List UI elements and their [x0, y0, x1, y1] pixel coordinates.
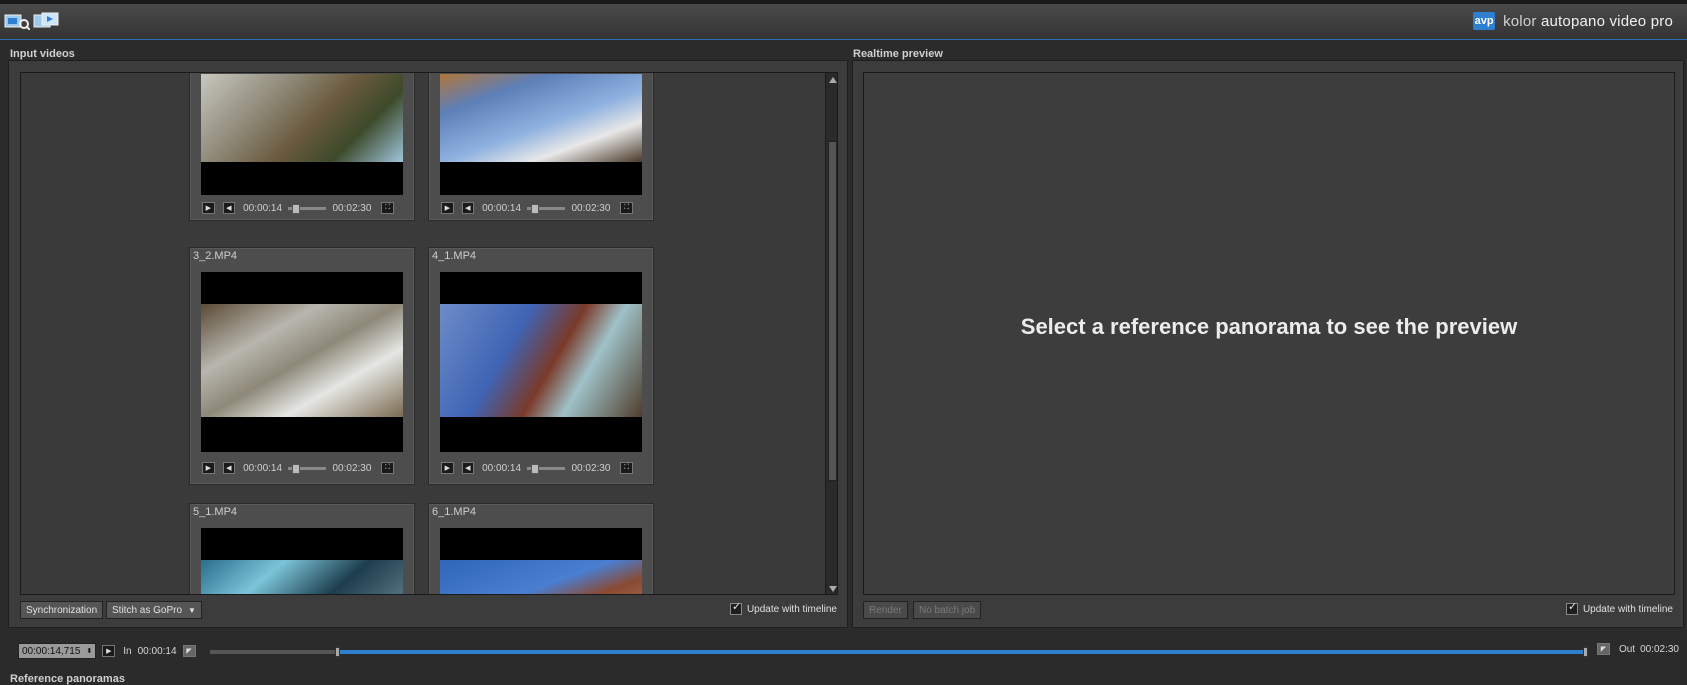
- video-card[interactable]: ▶ ◀ 00:00:14 00:02:30 ⛶: [189, 73, 415, 221]
- video-filename: 5_1.MP4: [193, 506, 238, 518]
- out-time: 00:02:30: [1640, 643, 1679, 655]
- duration: 00:02:30: [571, 202, 611, 214]
- seek-slider[interactable]: [527, 463, 566, 474]
- video-thumbnail: [201, 528, 403, 594]
- play-icon[interactable]: ▶: [202, 462, 215, 474]
- vertical-scrollbar[interactable]: [825, 73, 837, 594]
- input-videos-panel: ▶ ◀ 00:00:14 00:02:30 ⛶ ▶ ◀ 00:00:14 00:…: [8, 60, 848, 628]
- preview-canvas: Select a reference panorama to see the p…: [863, 72, 1675, 595]
- video-card[interactable]: 3_2.MP4 ▶ ◀ 00:00:14 00:02:30 ⛶: [189, 247, 415, 485]
- preview-panel: Select a reference panorama to see the p…: [852, 60, 1684, 628]
- timeline-left-controls: 00:00:14,715 ⬍ ▶ In 00:00:14 ◤: [18, 643, 204, 659]
- video-thumbnail: [440, 74, 642, 195]
- seek-slider[interactable]: [288, 463, 327, 474]
- current-time-field[interactable]: 00:00:14,715 ⬍: [18, 643, 97, 659]
- top-toolbar: avp kolor autopano video pro: [0, 0, 1687, 40]
- brand-prefix: kolor: [1503, 12, 1541, 30]
- video-card[interactable]: 4_1.MP4 ▶ ◀ 00:00:14 00:02:30 ⛶: [428, 247, 654, 485]
- video-card[interactable]: 6_1.MP4: [428, 503, 654, 594]
- stitch-label: Stitch as GoPro: [112, 604, 183, 616]
- video-filename: 6_1.MP4: [432, 506, 477, 518]
- brand-name: autopano video pro: [1540, 12, 1673, 30]
- video-card[interactable]: 5_1.MP4: [189, 503, 415, 594]
- current-time: 00:00:14: [243, 462, 283, 474]
- preview-update-with-timeline-input[interactable]: Update with timeline: [1565, 600, 1673, 615]
- current-time-value: 00:00:14,715: [22, 645, 81, 657]
- video-controls: ▶ ◀ 00:00:14 00:02:30 ⛶: [202, 461, 402, 475]
- video-thumbnail: [440, 528, 642, 594]
- logo-badge: avp: [1473, 12, 1496, 30]
- video-thumbnail: [440, 272, 642, 452]
- fullscreen-icon[interactable]: ⛶: [620, 462, 633, 474]
- batch-button[interactable]: No batch job: [913, 601, 982, 619]
- play-icon[interactable]: ▶: [202, 202, 215, 214]
- input-videos-title: Input videos: [10, 48, 75, 60]
- seek-slider[interactable]: [288, 203, 327, 214]
- fullscreen-icon[interactable]: ⛶: [620, 202, 633, 214]
- video-card[interactable]: ▶ ◀ 00:00:14 00:02:30 ⛶: [428, 73, 654, 221]
- set-out-icon[interactable]: ◤: [1596, 643, 1610, 655]
- stitch-dropdown[interactable]: Stitch as GoPro ▼: [106, 601, 202, 619]
- duration: 00:02:30: [332, 202, 372, 214]
- volume-icon[interactable]: ◀: [222, 462, 236, 474]
- out-label: Out: [1618, 643, 1636, 655]
- spinner-icon[interactable]: ⬍: [86, 647, 92, 655]
- video-controls: ▶ ◀ 00:00:14 00:02:30 ⛶: [202, 201, 402, 215]
- current-time: 00:00:14: [482, 462, 522, 474]
- timeline-right-controls: ◤ Out 00:02:30: [1596, 643, 1679, 655]
- realtime-preview-title: Realtime preview: [853, 48, 943, 60]
- import-videos-icon[interactable]: [4, 12, 31, 31]
- current-time: 00:00:14: [243, 202, 283, 214]
- play-icon[interactable]: ▶: [102, 645, 116, 657]
- volume-icon[interactable]: ◀: [222, 202, 236, 214]
- synchronization-button[interactable]: Synchronization: [20, 601, 104, 619]
- brand-text: kolor autopano video pro: [1503, 13, 1673, 30]
- current-time: 00:00:14: [482, 202, 522, 214]
- fullscreen-icon[interactable]: ⛶: [381, 202, 394, 214]
- checkbox[interactable]: [729, 600, 742, 615]
- scroll-up-icon[interactable]: [829, 77, 837, 83]
- volume-icon[interactable]: ◀: [461, 202, 475, 214]
- chevron-down-icon: ▼: [188, 605, 196, 615]
- checkbox[interactable]: [1565, 600, 1578, 615]
- scroll-thumb[interactable]: [828, 141, 837, 481]
- video-thumbnail: [201, 74, 403, 195]
- play-icon[interactable]: ▶: [441, 462, 454, 474]
- duration: 00:02:30: [332, 462, 372, 474]
- duration: 00:02:30: [571, 462, 611, 474]
- play-icon[interactable]: ▶: [441, 202, 454, 214]
- render-button[interactable]: Render: [863, 601, 908, 619]
- timeline-progress: [337, 650, 1586, 654]
- in-label: In: [123, 645, 132, 657]
- input-videos-grid: ▶ ◀ 00:00:14 00:02:30 ⛶ ▶ ◀ 00:00:14 00:…: [20, 72, 838, 595]
- video-filename: 4_1.MP4: [432, 250, 477, 262]
- brand-logo: avp kolor autopano video pro: [1473, 12, 1673, 30]
- seek-slider[interactable]: [527, 203, 566, 214]
- checkbox-label: Update with timeline: [1582, 603, 1673, 615]
- checkbox-label: Update with timeline: [746, 603, 837, 615]
- video-thumbnail: [201, 272, 403, 452]
- fullscreen-icon[interactable]: ⛶: [381, 462, 394, 474]
- in-time: 00:00:14: [137, 645, 177, 657]
- volume-icon[interactable]: ◀: [461, 462, 475, 474]
- detect-icon[interactable]: [33, 12, 59, 30]
- update-with-timeline-input[interactable]: Update with timeline: [729, 600, 837, 615]
- video-controls: ▶ ◀ 00:00:14 00:02:30 ⛶: [441, 461, 641, 475]
- out-marker[interactable]: [1583, 647, 1588, 657]
- preview-message: Select a reference panorama to see the p…: [1020, 313, 1518, 339]
- timeline-bar: 00:00:14,715 ⬍ ▶ In 00:00:14 ◤ ◤ Out 00:…: [0, 640, 1687, 664]
- set-in-icon[interactable]: ◤: [182, 645, 196, 657]
- video-controls: ▶ ◀ 00:00:14 00:02:30 ⛶: [441, 201, 641, 215]
- in-marker[interactable]: [334, 647, 340, 657]
- video-filename: 3_2.MP4: [193, 250, 238, 262]
- reference-panoramas-title: Reference panoramas: [10, 673, 125, 685]
- scroll-down-icon[interactable]: [829, 586, 837, 592]
